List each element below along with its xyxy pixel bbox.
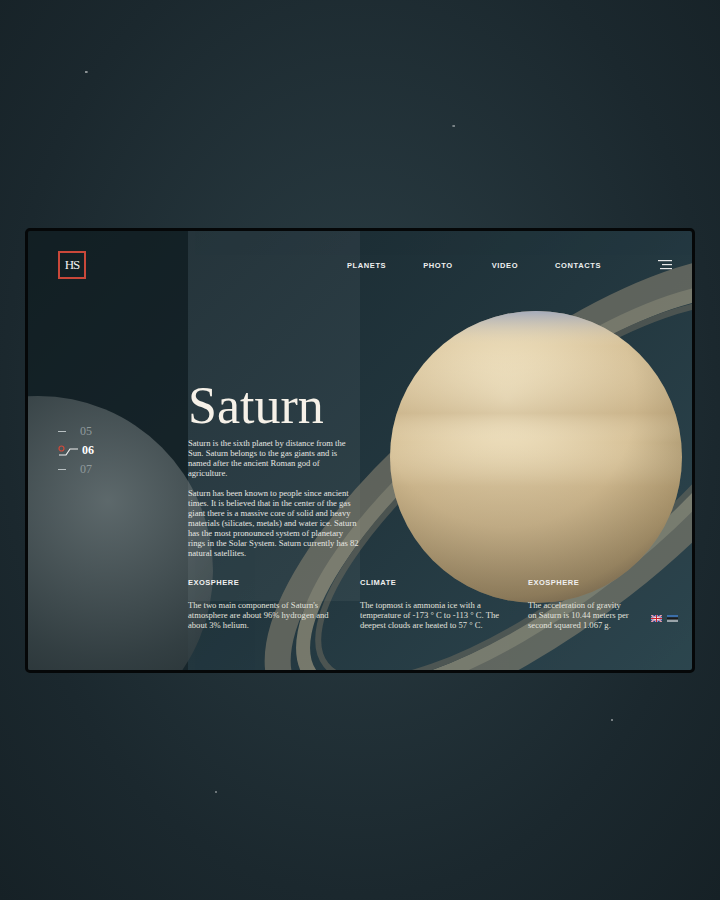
website-card: HSPLANETSPHOTOVIDEOCONTACTS050607SaturnS… — [25, 228, 695, 673]
planet-title: Saturn — [188, 380, 360, 432]
fact-card: CLIMATE The topmost is ammonia ice with a… — [360, 578, 528, 630]
nav-item[interactable]: CONTACTS — [555, 261, 601, 270]
logo[interactable]: HS — [58, 251, 86, 279]
fact-text: The acceleration of gravity on Saturn is… — [528, 600, 631, 630]
planet-paragraph: Saturn is the sixth planet by distance f… — [188, 438, 360, 478]
facts: EXOSPHERE The two main components of Satu… — [188, 578, 672, 630]
planet-paragraph: Saturn has been known to people since an… — [188, 488, 360, 558]
fact-text: The two main components of Saturn's atmo… — [188, 600, 346, 630]
nav-item[interactable]: VIDEO — [492, 261, 518, 270]
header: HS PLANETS PHOTO VIDEO CONTACTS — [58, 250, 672, 280]
nav-item[interactable]: PLANETS — [347, 261, 386, 270]
language-switcher — [645, 615, 684, 630]
planet-info: Saturn Saturn is the sixth planet by dist… — [188, 380, 360, 568]
pager-dash — [58, 431, 66, 432]
fact-heading: CLIMATE — [360, 578, 514, 587]
pager-item[interactable]: 06 — [58, 444, 188, 457]
fact-card: EXOSPHERE The acceleration of gravity on … — [528, 578, 645, 630]
fact-heading: EXOSPHERE — [188, 578, 346, 587]
fact-heading: EXOSPHERE — [528, 578, 631, 587]
active-marker-icon — [58, 445, 80, 457]
second-language-flag-icon[interactable] — [667, 615, 678, 622]
pager-dash — [58, 469, 66, 470]
pager-item[interactable]: 07 — [58, 463, 188, 476]
menu-icon[interactable] — [658, 260, 672, 270]
nav-item[interactable]: PHOTO — [423, 261, 453, 270]
page: HSPLANETSPHOTOVIDEOCONTACTS050607SaturnS… — [0, 0, 720, 900]
uk-flag-icon[interactable] — [651, 615, 662, 622]
pager-item[interactable]: 05 — [58, 425, 188, 438]
fact-text: The topmost is ammonia ice with a temper… — [360, 600, 514, 630]
nav: PLANETS PHOTO VIDEO CONTACTS — [347, 260, 672, 270]
fact-card: EXOSPHERE The two main components of Satu… — [188, 578, 360, 630]
pager: 05 06 07 — [58, 380, 188, 568]
